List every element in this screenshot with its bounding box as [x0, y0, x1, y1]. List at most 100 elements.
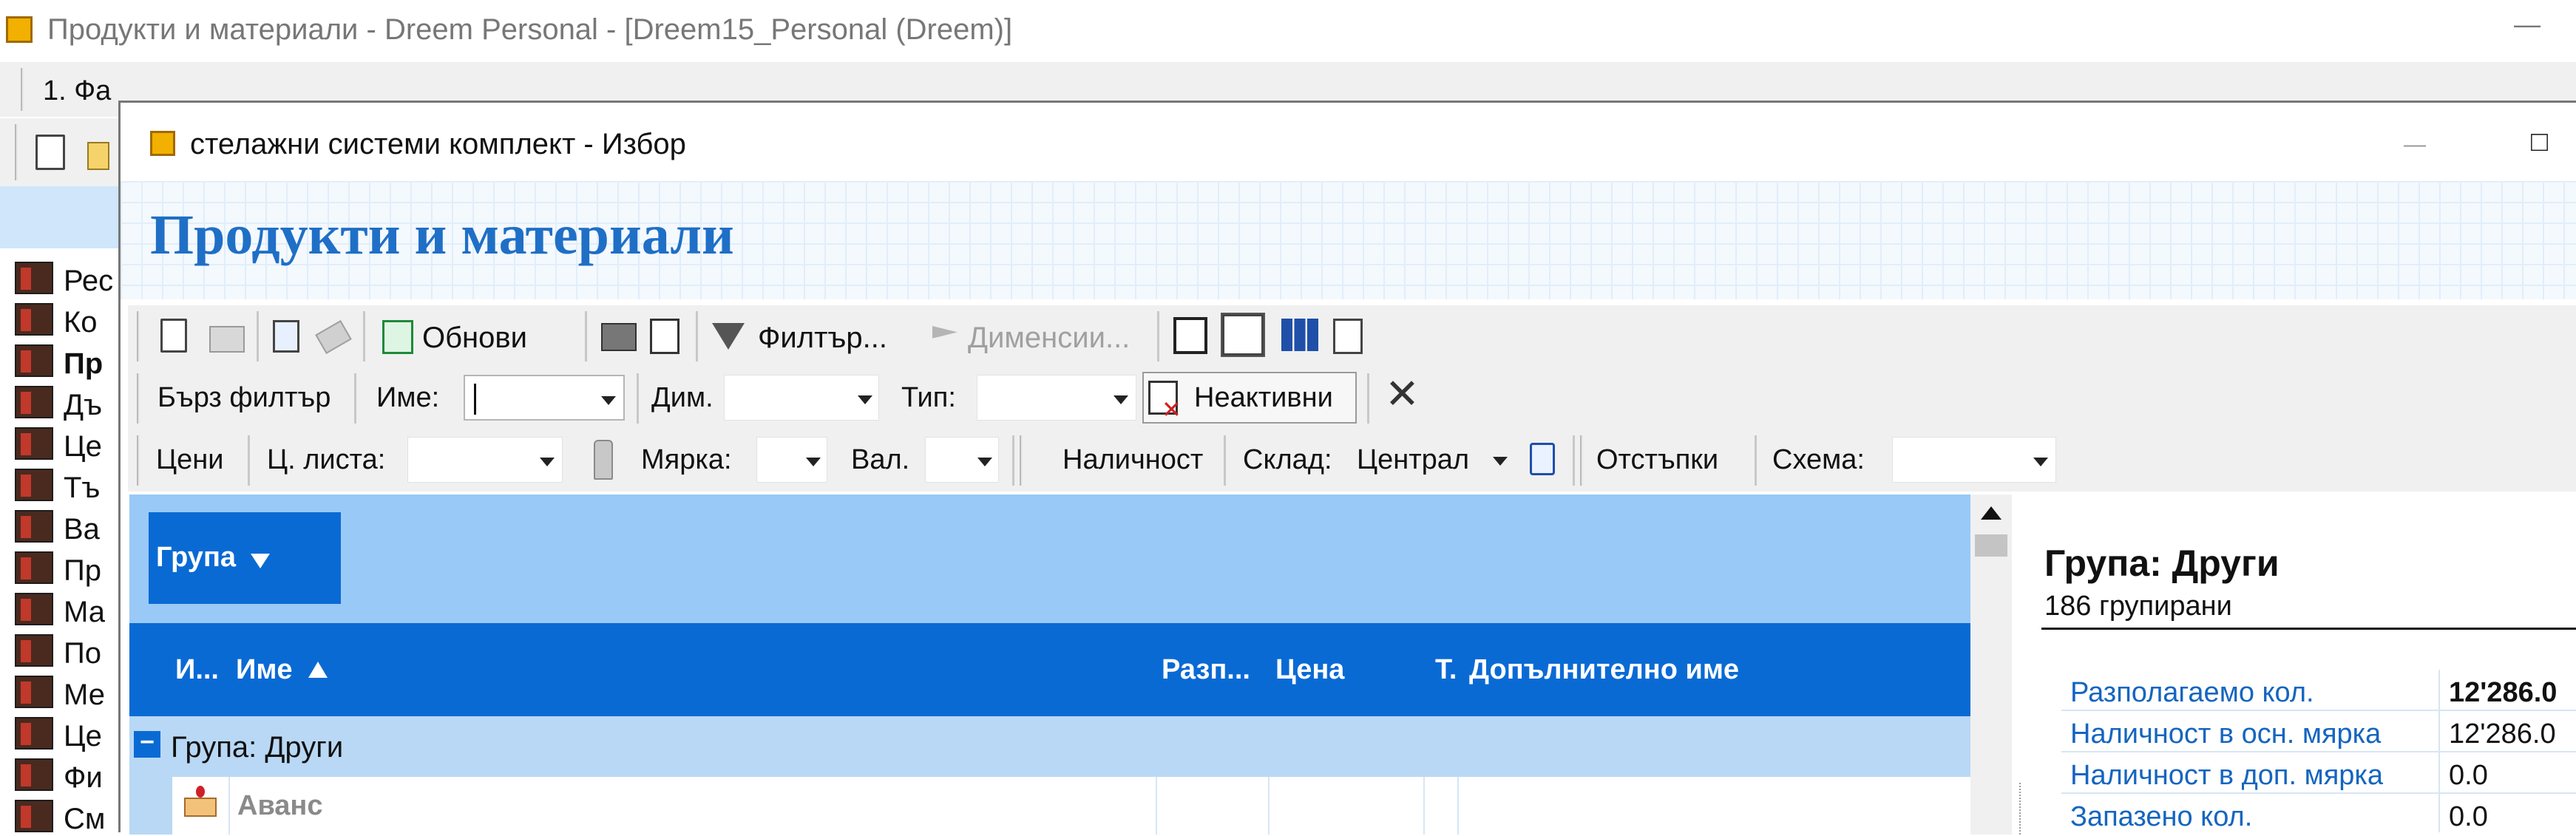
print-icon[interactable] [601, 323, 637, 351]
sidebar-item-label[interactable]: См [64, 803, 105, 836]
type-select[interactable] [977, 375, 1136, 421]
sidebar-item-icon [15, 510, 53, 543]
new-doc-icon[interactable] [160, 319, 187, 356]
sidebar-item-icon [15, 469, 53, 501]
field-divider [2438, 711, 2440, 752]
chevron-down-icon[interactable] [977, 457, 992, 470]
dim-select[interactable] [724, 375, 879, 421]
dimensions-label: Дименсии... [968, 322, 1131, 354]
sidebar-item-label[interactable]: Пр [64, 554, 101, 588]
sidebar-item-label[interactable]: Ма [64, 596, 105, 629]
app-icon [6, 16, 33, 43]
details-row: Разполагаемо кол. 12'286.0 [2061, 670, 2576, 711]
grid-scrollbar[interactable] [1970, 495, 2012, 835]
sidebar-item-label[interactable]: Фи [64, 761, 103, 795]
main-minimize-button[interactable]: — [2514, 9, 2541, 40]
chevron-down-icon[interactable] [1493, 456, 1508, 469]
scroll-thumb[interactable] [1975, 534, 2007, 557]
column-header-available[interactable]: Разп... [1162, 654, 1250, 686]
view-grid-icon[interactable] [1281, 319, 1318, 351]
sidebar-item-icon [15, 758, 53, 791]
chevron-down-icon[interactable] [2033, 457, 2048, 470]
chevron-down-icon[interactable] [806, 457, 821, 470]
filter-icon[interactable] [251, 554, 270, 568]
column-header-price[interactable]: Цена [1275, 654, 1344, 686]
filter-icon [712, 323, 745, 350]
sidebar-item-icon [15, 717, 53, 750]
cell-divider [1156, 777, 1157, 835]
collapse-toggle[interactable]: − [134, 730, 160, 758]
sidebar-item-label[interactable]: По [64, 637, 101, 670]
refresh-button[interactable]: Обнови [378, 313, 548, 360]
column-header-type[interactable]: Т. [1435, 654, 1457, 686]
quick-filter-label: Бърз филтър [157, 382, 331, 413]
filter-button[interactable]: Филтър... [712, 313, 889, 360]
menu-file-partial[interactable]: 1. Фа [43, 75, 111, 107]
details-fields: Разполагаемо кол. 12'286.0 Наличност в о… [2061, 670, 2576, 832]
group-row-label: Група: Други [171, 731, 344, 764]
products-grid: Група И... Име Разп... Цена Т. Допълните… [129, 495, 1970, 835]
open-folder-icon[interactable] [209, 326, 245, 353]
search-doc-icon[interactable] [1333, 319, 1363, 354]
column-header-name[interactable]: Име [236, 654, 293, 686]
name-input[interactable] [464, 375, 625, 421]
chevron-down-icon[interactable] [601, 395, 616, 409]
sidebar-item-label-active[interactable]: Пр [64, 347, 103, 381]
new-doc-icon[interactable] [35, 135, 65, 174]
inactive-label: Неактивни [1194, 382, 1333, 413]
currency-select[interactable] [925, 437, 999, 483]
clear-filter-icon[interactable]: ✕ [1385, 373, 1420, 415]
child-maximize-button[interactable]: □ [2531, 126, 2548, 158]
price-list-select[interactable] [407, 437, 563, 483]
sidebar-item-label[interactable]: Ме [64, 679, 105, 712]
warehouse-label: Склад: [1243, 444, 1332, 475]
scheme-select[interactable] [1892, 437, 2056, 483]
chevron-down-icon[interactable] [540, 457, 555, 470]
view-single-icon[interactable] [1173, 317, 1207, 354]
bottle-icon[interactable] [594, 440, 613, 480]
heading-band: Продукти и материали [121, 181, 2576, 299]
field-label: Разполагаемо кол. [2070, 677, 2314, 708]
sidebar-item-label[interactable]: Це [64, 720, 102, 753]
group-by-chip[interactable]: Група [149, 512, 341, 604]
cell-divider [1423, 777, 1425, 835]
group-row[interactable]: − Група: Други [129, 716, 1970, 777]
folder-icon[interactable] [87, 142, 109, 170]
dimensions-button[interactable]: Дименсии... [932, 313, 1154, 360]
child-minimize-button[interactable]: — [2404, 132, 2426, 157]
sidebar-item-icon [15, 303, 53, 336]
sidebar-item-label[interactable]: Ко [64, 306, 98, 339]
eraser-icon[interactable] [315, 320, 352, 354]
group-by-label: Група [156, 542, 237, 573]
sidebar-item-label[interactable]: Тъ [64, 472, 100, 505]
details-grouped-count: 186 групирани [2044, 591, 2232, 622]
child-title-bar: стелажни системи комплект - Избор — □ [121, 103, 2576, 181]
scroll-up-arrow[interactable] [1981, 506, 2002, 520]
chevron-down-icon[interactable] [1114, 395, 1128, 408]
print-preview-icon[interactable] [650, 319, 679, 354]
sidebar-item-label[interactable]: Дъ [64, 389, 102, 422]
table-row[interactable]: Аванс [129, 777, 1970, 835]
warehouse-select[interactable]: Централ [1351, 437, 1512, 483]
refresh-availability-icon[interactable] [1530, 443, 1555, 475]
sidebar-item-icon [15, 386, 53, 418]
sidebar-item-label[interactable]: Рес [64, 265, 113, 298]
prices-label: Цени [156, 444, 224, 475]
column-header-extra-name[interactable]: Допълнително име [1469, 654, 1739, 686]
scheme-label: Схема: [1772, 444, 1865, 475]
details-splitter[interactable] [2012, 495, 2031, 835]
sidebar-item-label[interactable]: Це [64, 430, 102, 463]
price-list-label: Ц. листа: [267, 444, 386, 475]
sidebar-item-icon [15, 262, 53, 294]
inactive-toggle[interactable]: ✕ Неактивни [1142, 372, 1357, 424]
copy-icon[interactable] [273, 320, 299, 353]
chevron-down-icon[interactable] [858, 395, 872, 408]
sidebar-item-icon [15, 676, 53, 708]
column-header-id[interactable]: И... [175, 654, 219, 686]
unit-select[interactable] [756, 437, 827, 483]
view-list-icon[interactable] [1221, 313, 1265, 357]
discounts-label: Отстъпки [1596, 444, 1719, 475]
sidebar-item-label[interactable]: Ва [64, 513, 100, 546]
red-x-icon: ✕ [1162, 396, 1182, 423]
details-title-underline [2041, 628, 2576, 630]
